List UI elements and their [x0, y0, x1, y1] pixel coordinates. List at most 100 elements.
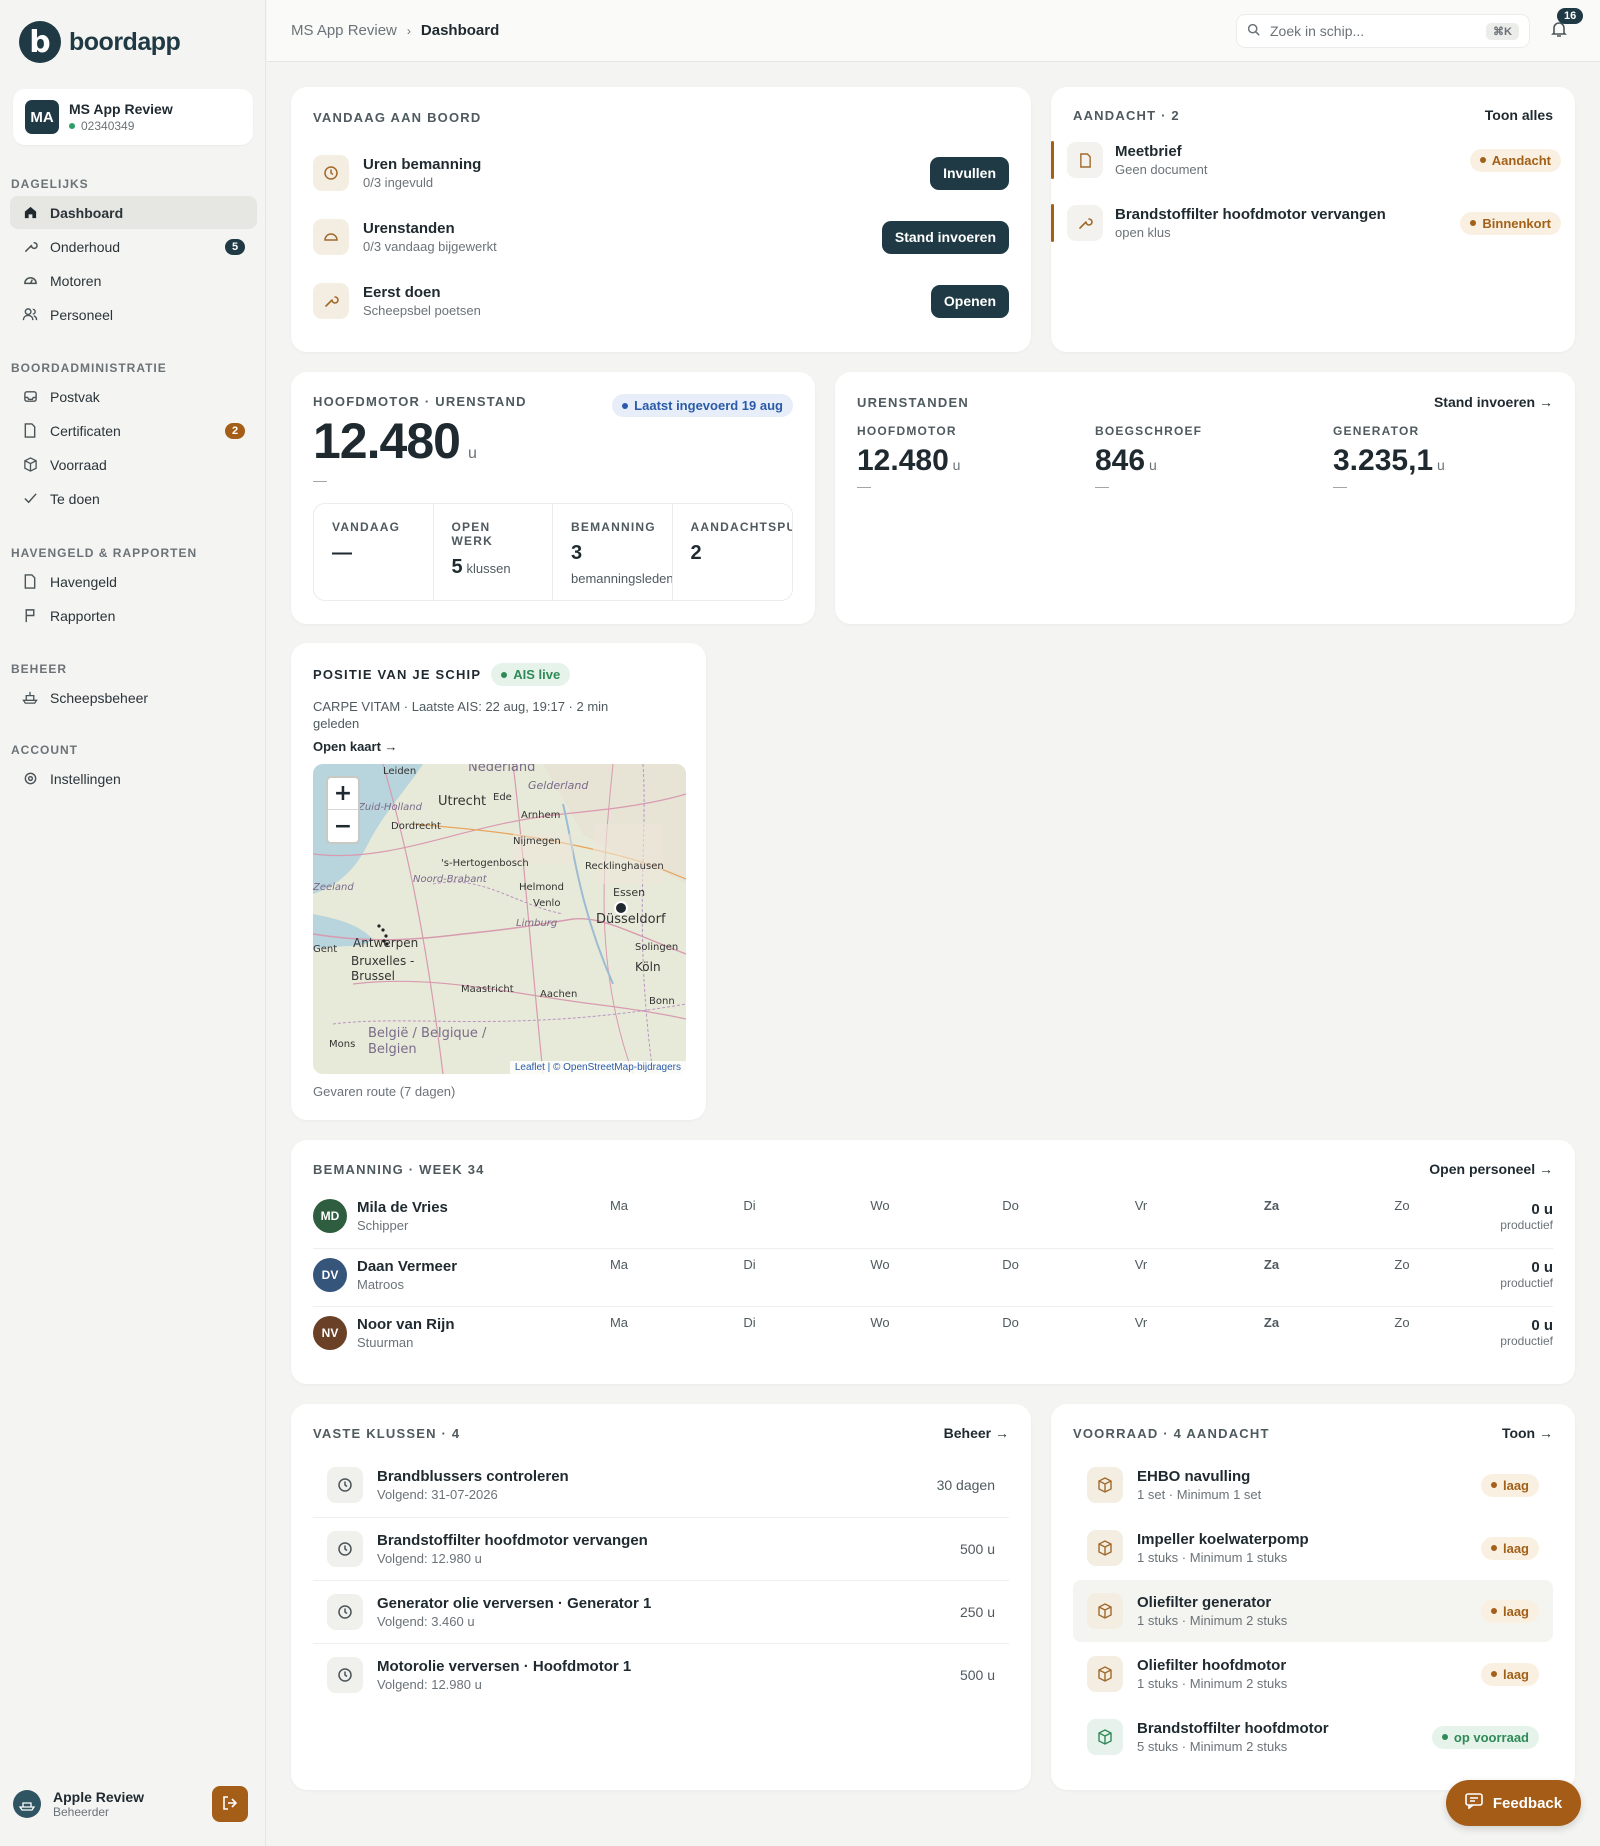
- crew-role: Schipper: [357, 1218, 409, 1233]
- enter-reading-link[interactable]: Stand invoeren →: [1434, 394, 1553, 410]
- day-cell[interactable]: Zo: [1387, 1198, 1417, 1213]
- manage-link[interactable]: Beheer →: [944, 1425, 1009, 1441]
- sidebar-item-personeel[interactable]: Personeel: [10, 298, 257, 331]
- day-cell[interactable]: Di: [735, 1315, 765, 1330]
- stock-row[interactable]: Oliefilter generator 1 stuks · Minimum 2 …: [1073, 1580, 1553, 1642]
- gauge-icon: [22, 273, 38, 289]
- users-icon: [22, 307, 38, 323]
- day-cell[interactable]: Do: [996, 1198, 1026, 1213]
- day-cell[interactable]: Ma: [604, 1257, 634, 1272]
- sidebar-item-certificaten[interactable]: Certificaten 2: [10, 414, 257, 447]
- crew-row[interactable]: NV Noor van Rijn Stuurman Ma Di Wo Do Vr Za Zo 0 u…: [313, 1306, 1553, 1358]
- nav-section-havengeld: HAVENGELD & RAPPORTEN: [11, 546, 198, 560]
- day-cell[interactable]: Zo: [1387, 1315, 1417, 1330]
- task-row[interactable]: Motorolie verversen · Hoofdmotor 1 Volgen…: [313, 1643, 1009, 1705]
- clock-icon: [313, 155, 349, 191]
- map-label: Nederland: [468, 764, 536, 775]
- card-title: POSITIE VAN JE SCHIP: [313, 667, 482, 682]
- open-staff-link[interactable]: Open personeel →: [1429, 1161, 1553, 1177]
- avatar: DV: [313, 1257, 347, 1292]
- day-cell[interactable]: Vr: [1126, 1257, 1156, 1272]
- map-label: Venlo: [533, 898, 561, 909]
- crew-card: BEMANNING · WEEK 34 Open personeel → MD M…: [291, 1140, 1575, 1384]
- sidebar-item-motoren[interactable]: Motoren: [10, 264, 257, 297]
- row-subtitle: 0/3 ingevuld: [363, 175, 434, 190]
- day-cell[interactable]: Za: [1257, 1315, 1287, 1330]
- day-cell[interactable]: Za: [1257, 1257, 1287, 1272]
- day-cell[interactable]: Ma: [604, 1315, 634, 1330]
- task-interval: 500 u: [959, 1540, 995, 1557]
- show-stock-link[interactable]: Toon →: [1502, 1425, 1553, 1441]
- stock-row[interactable]: Oliefilter hoofdmotor 1 stuks · Minimum 2…: [1073, 1643, 1553, 1705]
- day-cell[interactable]: Di: [735, 1198, 765, 1213]
- position-card: POSITIE VAN JE SCHIP AIS live CARPE VITA…: [291, 643, 706, 1120]
- show-all-link[interactable]: Toon alles: [1485, 107, 1553, 123]
- vessel-switcher[interactable]: MA MS App Review 02340349: [13, 89, 253, 145]
- sidebar-item-instellingen[interactable]: Instellingen: [10, 762, 257, 795]
- map-label: Leiden: [383, 766, 417, 777]
- sidebar-item-havengeld[interactable]: Havengeld: [10, 565, 257, 598]
- crew-row[interactable]: MD Mila de Vries Schipper Ma Di Wo Do Vr Za Zo 0 u…: [313, 1190, 1553, 1242]
- engine-delta: —: [313, 472, 327, 488]
- sidebar-item-dashboard[interactable]: Dashboard: [10, 196, 257, 229]
- sidebar-item-rapporten[interactable]: Rapporten: [10, 599, 257, 632]
- enter-reading-button[interactable]: Stand invoeren: [881, 220, 1009, 254]
- task-row[interactable]: Brandstoffilter hoofdmotor vervangen Volg…: [313, 1517, 1009, 1579]
- stock-title: Oliefilter generator: [1137, 1594, 1272, 1611]
- task-row[interactable]: Brandblussers controleren Volgend: 31-07-…: [313, 1454, 1009, 1516]
- search-input[interactable]: Zoek in schip... ⌘K: [1236, 14, 1530, 48]
- logout-button[interactable]: [212, 1786, 248, 1822]
- sidebar-item-onderhoud[interactable]: Onderhoud 5: [10, 230, 257, 263]
- sidebar-item-postvak[interactable]: Postvak: [10, 380, 257, 413]
- open-map-link[interactable]: Open kaart →: [313, 739, 398, 754]
- stock-qty: 1 stuks · Minimum 2 stuks: [1137, 1613, 1288, 1628]
- today-card: VANDAAG AAN BOORD Uren bemanning 0/3 ing…: [291, 87, 1031, 352]
- day-cell[interactable]: Za: [1257, 1198, 1287, 1213]
- user-avatar[interactable]: [13, 1790, 41, 1818]
- stock-row[interactable]: Impeller koelwaterpomp 1 stuks · Minimum …: [1073, 1517, 1553, 1579]
- vessel-avatar: MA: [25, 100, 59, 134]
- stock-row[interactable]: Brandstoffilter hoofdmotor 5 stuks · Mini…: [1073, 1706, 1553, 1768]
- map-view[interactable]: Leiden Nederland Gelderland Utrecht Ede …: [313, 764, 686, 1074]
- map-attribution[interactable]: Leaflet | © OpenStreetMap-bijdragers: [509, 1061, 686, 1074]
- fill-in-button[interactable]: Invullen: [930, 156, 1009, 190]
- zoom-in-button[interactable]: +: [328, 778, 358, 810]
- sidebar-item-te-doen[interactable]: Te doen: [10, 482, 257, 515]
- brand-logo[interactable]: b boordapp: [19, 21, 181, 63]
- topbar: MS App Review › Dashboard Zoek in schip.…: [267, 0, 1600, 62]
- position-header: POSITIE VAN JE SCHIP AIS live: [313, 663, 571, 686]
- day-cell[interactable]: Wo: [865, 1198, 895, 1213]
- day-cell[interactable]: Do: [996, 1315, 1026, 1330]
- day-cell[interactable]: Di: [735, 1257, 765, 1272]
- ship-marker[interactable]: [614, 901, 628, 915]
- sidebar-item-scheepsbeheer[interactable]: Scheepsbeheer: [10, 681, 257, 714]
- nav-section-beheer: BEHEER: [11, 662, 68, 676]
- task-row[interactable]: Generator olie verversen · Generator 1 Vo…: [313, 1580, 1009, 1642]
- day-cell[interactable]: Wo: [865, 1315, 895, 1330]
- day-cell[interactable]: Vr: [1126, 1198, 1156, 1213]
- sidebar-item-voorraad[interactable]: Voorraad: [10, 448, 257, 481]
- day-cell[interactable]: Wo: [865, 1257, 895, 1272]
- attention-row[interactable]: Brandstoffilter hoofdmotor vervangen ope…: [1051, 200, 1575, 246]
- counter-delta: —: [1333, 478, 1347, 494]
- open-button[interactable]: Openen: [930, 284, 1009, 318]
- wrench-icon: [22, 239, 38, 255]
- crew-row[interactable]: DV Daan Vermeer Matroos Ma Di Wo Do Vr Za Zo 0 u pr…: [313, 1248, 1553, 1300]
- feedback-button[interactable]: Feedback: [1446, 1780, 1581, 1826]
- brand-name: boordapp: [69, 27, 181, 56]
- zoom-out-button[interactable]: −: [328, 810, 358, 842]
- counter-unit: u: [1148, 457, 1157, 473]
- day-cell[interactable]: Ma: [604, 1198, 634, 1213]
- day-cell[interactable]: Zo: [1387, 1257, 1417, 1272]
- task-info: Brandstoffilter hoofdmotor vervangen Volg…: [377, 1532, 648, 1566]
- crew-name: Mila de Vries: [357, 1199, 448, 1216]
- row-subtitle: Geen document: [1115, 162, 1208, 177]
- hours-label: productief: [1500, 1217, 1553, 1232]
- breadcrumb-link[interactable]: MS App Review: [291, 22, 397, 39]
- day-cell[interactable]: Vr: [1126, 1315, 1156, 1330]
- task-next: Volgend: 31-07-2026: [377, 1487, 498, 1502]
- stock-row[interactable]: EHBO navulling 1 set · Minimum 1 set laag: [1073, 1454, 1553, 1516]
- day-cell[interactable]: Do: [996, 1257, 1026, 1272]
- row-title: Meetbrief: [1115, 143, 1182, 160]
- attention-row[interactable]: Meetbrief Geen document Aandacht: [1051, 137, 1575, 183]
